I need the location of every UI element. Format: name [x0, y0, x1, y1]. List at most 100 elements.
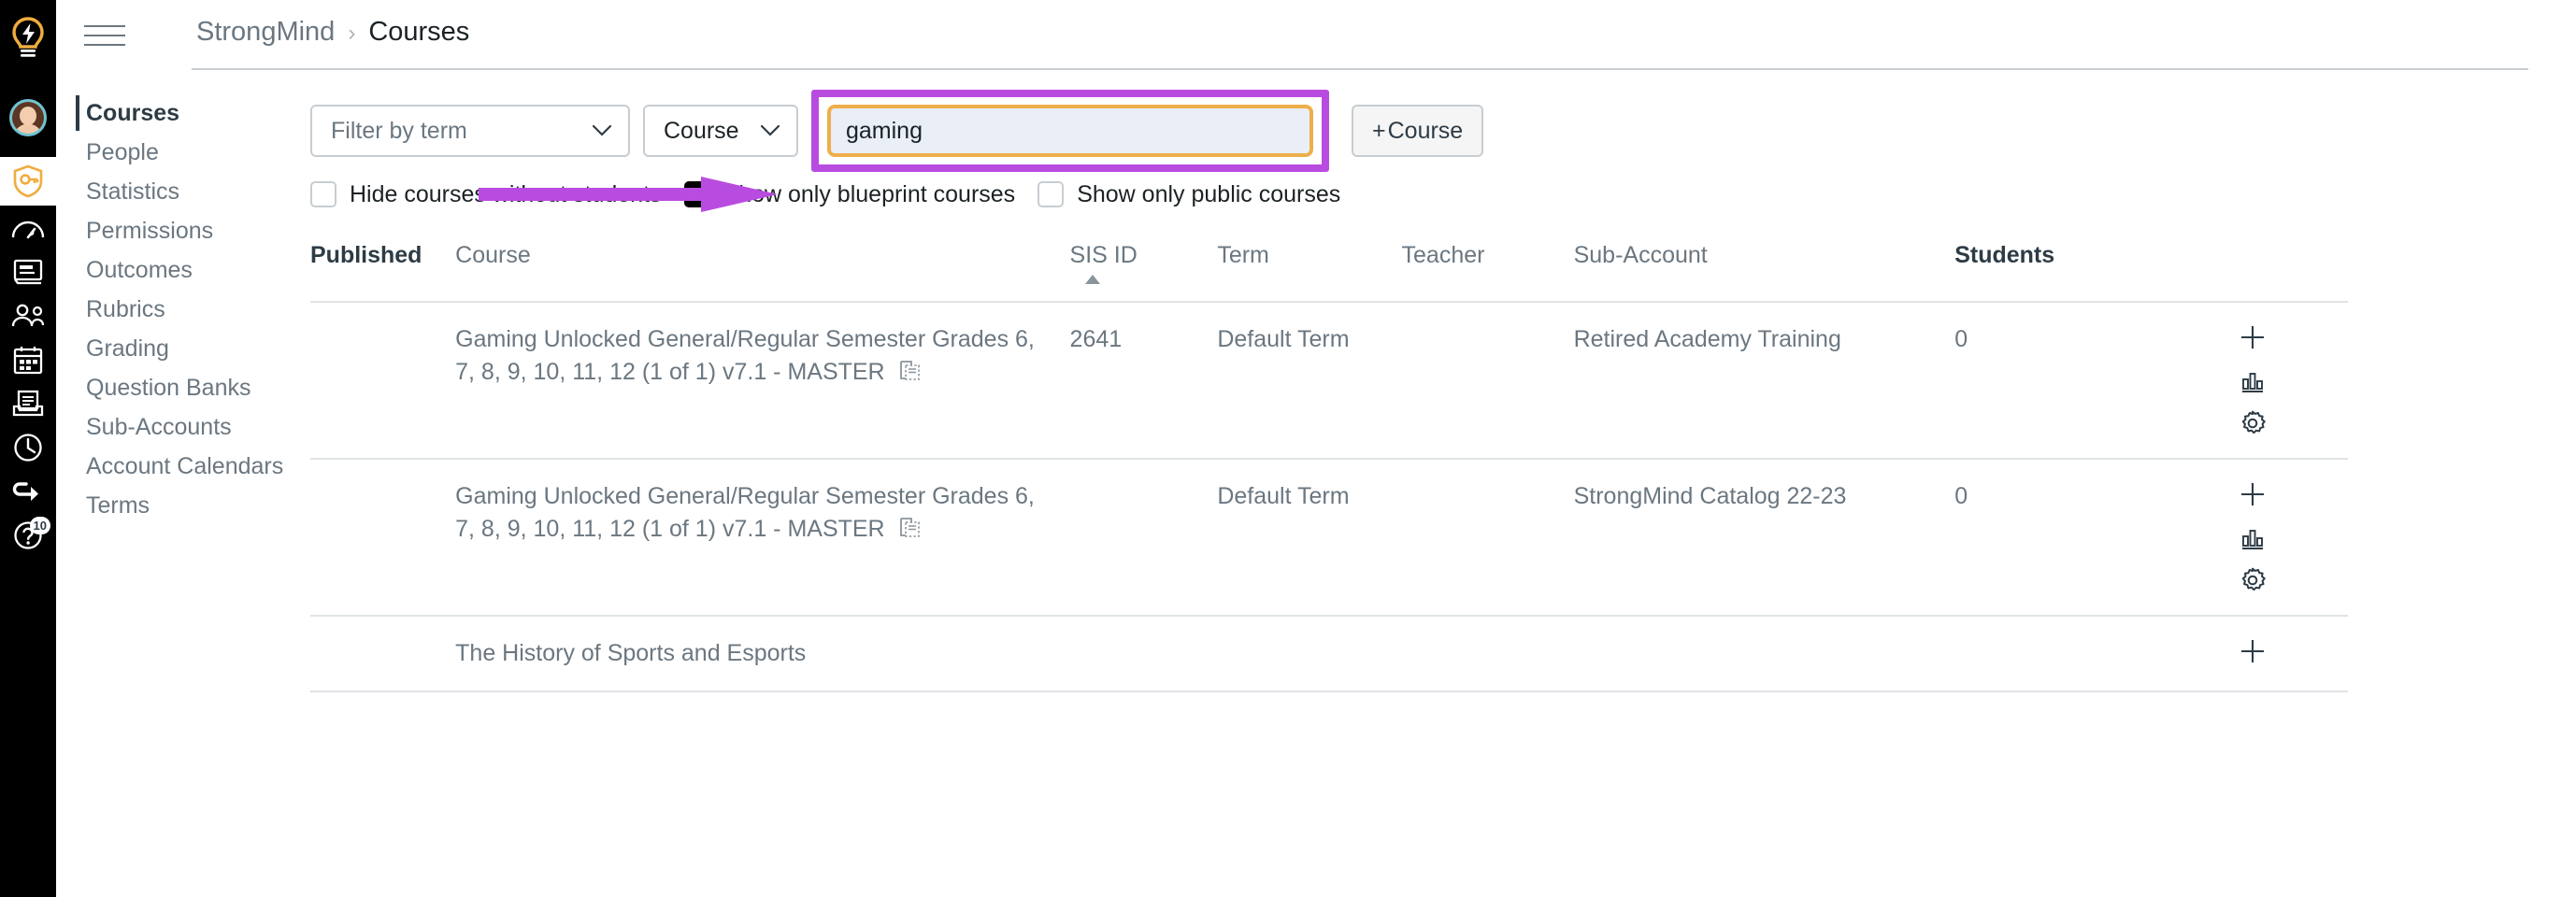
plus-icon: +: [1372, 117, 1386, 144]
statistics-bar-chart-icon[interactable]: [2239, 523, 2267, 551]
course-name-link[interactable]: Gaming Unlocked General/Regular Semester…: [455, 326, 1035, 385]
logout-arrow-icon: [12, 481, 38, 501]
course-name-link[interactable]: The History of Sports and Esports: [455, 640, 806, 666]
table-header-row: Published Course SIS ID Term Teacher Sub…: [310, 242, 2348, 302]
cell-sis-id: [1069, 459, 1218, 617]
strongmind-logo[interactable]: [0, 0, 56, 78]
sidebar-item-help[interactable]: 10: [0, 513, 56, 557]
column-header-published[interactable]: Published: [310, 242, 455, 302]
cell-course-name[interactable]: Gaming Unlocked General/Regular Semester…: [455, 459, 1070, 617]
column-header-students[interactable]: Students: [1954, 242, 2102, 302]
cell-term: Default Term: [1217, 459, 1402, 617]
sidebar-item-groups[interactable]: [0, 293, 56, 337]
global-navigation-rail: 10: [0, 0, 56, 897]
table-body: Gaming Unlocked General/Regular Semester…: [310, 302, 2348, 692]
checkbox-box: [310, 181, 336, 207]
sidebar-item-grading[interactable]: Grading: [84, 329, 308, 368]
sidebar-item-outcomes[interactable]: Outcomes: [84, 250, 308, 290]
sidebar-item-rubrics[interactable]: Rubrics: [84, 290, 308, 329]
cell-course-name[interactable]: The History of Sports and Esports: [455, 616, 1070, 692]
sidebar-item-dashboard[interactable]: [0, 206, 56, 249]
cell-course-name[interactable]: Gaming Unlocked General/Regular Semester…: [455, 302, 1070, 460]
column-header-sis-id[interactable]: SIS ID: [1070, 242, 1218, 302]
cell-actions: [2101, 459, 2348, 617]
column-header-course[interactable]: Course: [455, 242, 1069, 302]
blueprint-icon: [899, 360, 920, 380]
sidebar-item-inbox[interactable]: [0, 381, 56, 425]
admin-key-shield-icon: [13, 164, 43, 198]
checkbox-box: [1038, 181, 1065, 207]
sidebar-item-account-calendars[interactable]: Account Calendars: [84, 447, 308, 486]
hide-courses-without-students-checkbox[interactable]: Hide courses without students: [310, 181, 662, 208]
sidebar-item-courses[interactable]: [0, 249, 56, 293]
gear-icon[interactable]: [2239, 566, 2267, 594]
column-header-actions: [2102, 242, 2348, 302]
search-by-value: Course: [664, 117, 739, 144]
calendar-icon: [13, 346, 43, 374]
sidebar-item-courses-link[interactable]: Courses: [76, 93, 308, 133]
show-only-blueprint-courses-checkbox[interactable]: Show only blueprint courses: [683, 180, 1016, 208]
page-title: Courses: [368, 17, 470, 47]
sidebar-item-commons[interactable]: [0, 469, 56, 513]
cell-published: [310, 459, 456, 617]
check-icon: [688, 188, 706, 201]
main-content: Filter by term Course + Course Hide cour…: [310, 90, 2576, 692]
search-highlight-annotation: [811, 90, 1329, 172]
help-badge-count: 10: [29, 517, 50, 534]
breadcrumb-separator: ›: [348, 21, 356, 46]
term-filter-select[interactable]: Filter by term: [310, 105, 630, 157]
breadcrumb-root-link[interactable]: StrongMind: [196, 17, 335, 48]
courses-book-icon: [13, 259, 43, 284]
hamburger-menu-icon[interactable]: [84, 20, 129, 51]
header-divider: [192, 68, 2528, 70]
cell-published: [310, 616, 456, 692]
sidebar-item-calendar[interactable]: [0, 337, 56, 381]
history-clock-icon: [14, 433, 42, 462]
page-header: StrongMind › Courses: [56, 0, 2576, 70]
show-only-public-courses-label: Show only public courses: [1077, 180, 1341, 207]
hide-courses-without-students-label: Hide courses without students: [350, 180, 662, 207]
sidebar-item-terms[interactable]: Terms: [84, 486, 308, 525]
course-name-link[interactable]: Gaming Unlocked General/Regular Semester…: [455, 483, 1035, 542]
sidebar-item-history[interactable]: [0, 425, 56, 469]
lightbulb-logo-icon: [12, 17, 44, 57]
add-user-plus-icon[interactable]: [2239, 480, 2267, 508]
gear-icon[interactable]: [2239, 409, 2267, 437]
cell-teacher: [1401, 616, 1574, 692]
add-course-label: Course: [1387, 117, 1464, 144]
column-header-term[interactable]: Term: [1217, 242, 1401, 302]
cell-published: [310, 302, 456, 460]
table-row[interactable]: Gaming Unlocked General/Regular Semester…: [310, 459, 2348, 617]
term-filter-value: Filter by term: [331, 117, 467, 144]
sidebar-item-people[interactable]: People: [84, 133, 308, 172]
cell-actions: [2101, 616, 2348, 692]
checkbox-box-checked: [683, 181, 710, 207]
table-row[interactable]: The History of Sports and Esports: [310, 616, 2348, 692]
column-header-sis-id-label: SIS ID: [1069, 242, 1138, 268]
sidebar-item-statistics[interactable]: Statistics: [84, 172, 308, 211]
chevron-down-icon: [593, 125, 611, 136]
show-only-public-courses-checkbox[interactable]: Show only public courses: [1038, 181, 1340, 208]
table-row[interactable]: Gaming Unlocked General/Regular Semester…: [310, 302, 2348, 460]
add-course-button[interactable]: + Course: [1352, 105, 1484, 157]
account-navigation: Courses People Statistics Permissions Ou…: [76, 93, 308, 525]
cell-term: [1217, 616, 1402, 692]
statistics-bar-chart-icon[interactable]: [2239, 366, 2267, 394]
filter-toolbar: Filter by term Course + Course: [310, 90, 2576, 172]
sidebar-item-question-banks[interactable]: Question Banks: [84, 368, 308, 407]
search-by-select[interactable]: Course: [643, 105, 798, 157]
sidebar-item-admin[interactable]: [0, 157, 56, 206]
sidebar-item-sub-accounts[interactable]: Sub-Accounts: [84, 407, 308, 447]
courses-table: Published Course SIS ID Term Teacher Sub…: [310, 242, 2348, 692]
search-input[interactable]: [846, 117, 1295, 145]
search-field-wrapper[interactable]: [827, 105, 1313, 157]
column-header-sub-account[interactable]: Sub-Account: [1574, 242, 1955, 302]
add-user-plus-icon[interactable]: [2239, 323, 2267, 351]
avatar[interactable]: [0, 78, 56, 157]
sidebar-item-permissions[interactable]: Permissions: [84, 211, 308, 250]
column-header-teacher[interactable]: Teacher: [1402, 242, 1574, 302]
add-user-plus-icon[interactable]: [2239, 637, 2267, 665]
filter-checkbox-row: Hide courses without students Show only …: [310, 173, 2576, 216]
cell-students: 0: [1954, 302, 2102, 460]
show-only-blueprint-courses-label: Show only blueprint courses: [723, 180, 1016, 207]
